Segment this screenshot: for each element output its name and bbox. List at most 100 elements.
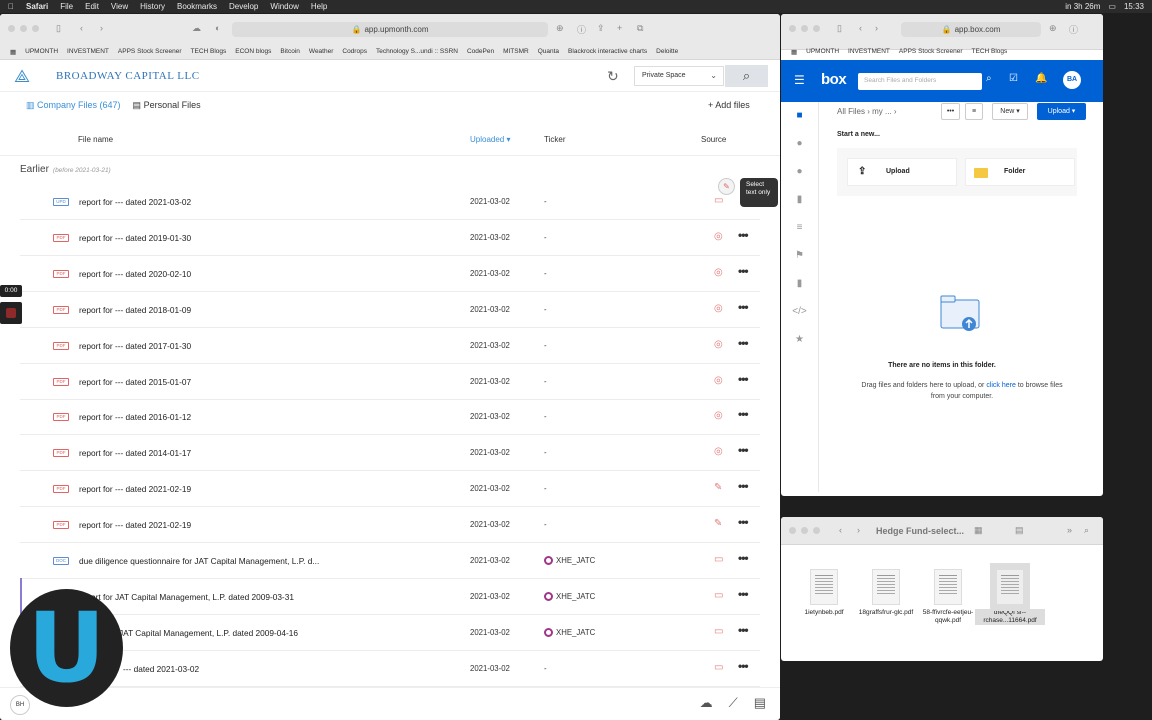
stop-recording-button[interactable] — [0, 302, 22, 324]
click-here-link[interactable]: click here — [986, 382, 1016, 389]
back-icon[interactable]: ‹ — [839, 525, 842, 535]
bookmark-item[interactable]: Quanta — [538, 48, 559, 56]
sidebar-icon[interactable]: ▯ — [56, 23, 61, 34]
bookmark-item[interactable]: INVESTMENT — [67, 48, 109, 56]
bookmark-item[interactable]: Weather — [309, 48, 333, 56]
row-more-options-icon[interactable]: ••• — [738, 443, 749, 457]
table-row[interactable]: PDF report for --- dated 2017-01-30 2021-0… — [20, 328, 760, 364]
sort-button[interactable]: ≡ — [965, 103, 983, 120]
calendar-icon[interactable]: ▭ — [714, 195, 723, 206]
address-bar[interactable]: 🔒 app.upmonth.com — [232, 22, 548, 37]
web-source-icon[interactable]: ◎ — [714, 339, 723, 350]
trash-icon[interactable]: ▮ — [781, 186, 818, 214]
table-row[interactable]: PDF report for --- dated 2021-02-19 2021-0… — [20, 507, 760, 544]
chart-icon[interactable]: ▮ — [781, 270, 818, 298]
bookmark-item[interactable]: APPS Stock Screener — [118, 48, 182, 56]
tab-company-files[interactable]: ▥ Company Files (647) — [26, 100, 121, 111]
bookmark-item[interactable]: UPMONTH — [806, 48, 839, 56]
monitor-icon[interactable]: ▭ — [714, 626, 723, 637]
avatar[interactable]: BA — [1063, 71, 1081, 89]
table-row[interactable]: PDF report for --- dated 2019-01-30 2021-0… — [20, 220, 760, 256]
table-row[interactable]: PDF report for --- dated 2018-01-09 2021-0… — [20, 292, 760, 328]
bookmark-item[interactable]: TECH Blogs — [191, 48, 227, 56]
cloud-icon[interactable]: ☁ — [192, 23, 201, 34]
table-row[interactable]: PDF report for --- dated 2016-01-12 2021-0… — [20, 399, 760, 436]
clock-icon[interactable]: ● — [781, 130, 818, 158]
row-more-options-icon[interactable]: ••• — [738, 587, 749, 601]
row-more-options-icon[interactable]: ••• — [738, 407, 749, 421]
bookmark-item[interactable]: UPMONTH — [25, 48, 58, 56]
bookmark-item[interactable]: ECON blogs — [235, 48, 271, 56]
finder-file[interactable]: 1ietynbeb.pdf — [789, 569, 859, 617]
table-row[interactable]: DOC due diligence questionnaire for JAT C… — [20, 543, 760, 579]
menu-file[interactable]: File — [60, 2, 73, 11]
table-row[interactable]: PDF report for --- dated 2015-01-07 2021-0… — [20, 364, 760, 400]
clock[interactable]: 15:33 — [1124, 2, 1144, 11]
row-more-options-icon[interactable]: ••• — [738, 659, 749, 673]
menu-history[interactable]: History — [140, 2, 165, 11]
bookmark-item[interactable]: APPS Stock Screener — [899, 48, 963, 56]
web-source-icon[interactable]: ◎ — [714, 410, 723, 421]
forward-icon[interactable]: › — [857, 525, 860, 535]
file-name[interactable]: --- dated 2021-03-02 — [123, 664, 199, 674]
finder-file[interactable]: 18graffsfrur-glc.pdf — [851, 569, 921, 617]
web-source-icon[interactable]: ◎ — [714, 375, 723, 386]
bookmark-item[interactable]: Bitcoin — [280, 48, 300, 56]
add-files-button[interactable]: + Add files — [708, 100, 750, 110]
hamburger-icon[interactable]: ☰ — [794, 73, 805, 87]
file-name[interactable]: JAT Capital Management, L.P. dated 2009-… — [119, 628, 298, 638]
bookmark-item[interactable]: MITSMR — [503, 48, 529, 56]
chart-icon[interactable]: ⟋ — [729, 695, 738, 711]
row-more-options-icon[interactable]: ••• — [738, 623, 749, 637]
info-icon[interactable]: ⓘ — [1069, 23, 1078, 36]
back-icon[interactable]: ‹ — [859, 23, 862, 33]
menu-app-name[interactable]: Safari — [26, 2, 48, 11]
finder-file[interactable]: dfeQQf sf--rchase...11664.pdf — [975, 563, 1045, 625]
bookmark-item[interactable]: Blackrock interactive charts — [568, 48, 647, 56]
back-icon[interactable]: ‹ — [80, 23, 83, 33]
bookmarks-grid-icon[interactable]: ▦ — [10, 48, 16, 56]
forward-icon[interactable]: › — [875, 23, 878, 33]
download-icon[interactable]: ⊕ — [556, 23, 564, 34]
web-source-icon[interactable]: ◎ — [714, 231, 723, 242]
row-more-options-icon[interactable]: ••• — [738, 515, 749, 529]
table-row[interactable]: PDF report for --- dated 2021-02-19 2021-0… — [20, 471, 760, 508]
info-icon[interactable]: ⓘ — [577, 23, 586, 36]
table-row[interactable]: PDF report for --- dated 2014-01-17 2021-0… — [20, 435, 760, 472]
more-icon[interactable]: » — [1067, 525, 1072, 535]
column-header-file-name[interactable]: File name — [78, 135, 113, 144]
bell-icon[interactable]: 🔔 — [1035, 73, 1047, 84]
shield-icon[interactable]: ◐ — [215, 23, 220, 33]
star-icon[interactable]: ★ — [781, 326, 818, 354]
upload-card[interactable]: ⇪ Upload — [847, 158, 957, 186]
avatar[interactable]: BH — [10, 695, 30, 715]
file-name[interactable]: report for --- dated 2016-01-12 — [79, 412, 191, 422]
web-source-icon[interactable]: ◎ — [714, 446, 723, 457]
table-row[interactable]: PDF--- dated 2021-03-022021-03-02-▭••• — [20, 651, 760, 687]
row-more-options-icon[interactable]: ••• — [738, 300, 749, 314]
column-header-uploaded[interactable]: Uploaded ▾ — [470, 135, 511, 144]
group-icon[interactable]: ▤ — [1015, 525, 1024, 536]
download-icon[interactable]: ● — [781, 158, 818, 186]
file-name[interactable]: report for --- dated 2020-02-10 — [79, 269, 191, 279]
address-bar[interactable]: 🔒 app.box.com — [901, 22, 1041, 37]
bookmark-item[interactable]: Deloitte — [656, 48, 678, 56]
code-icon[interactable]: </> — [781, 298, 818, 326]
column-header-ticker[interactable]: Ticker — [544, 135, 565, 144]
apple-icon[interactable]:  — [8, 2, 14, 11]
menu-view[interactable]: View — [111, 2, 128, 11]
battery-icon[interactable]: ▭ — [1108, 2, 1116, 11]
refresh-icon[interactable]: ↻ — [607, 68, 619, 85]
row-more-options-icon[interactable]: ••• — [738, 479, 749, 493]
new-button[interactable]: New ▾ — [992, 103, 1028, 120]
file-name[interactable]: report for --- dated 2021-02-19 — [79, 484, 191, 494]
share-icon[interactable]: ⇪ — [597, 23, 605, 34]
file-name[interactable]: report for --- dated 2019-01-30 — [79, 233, 191, 243]
bookmark-item[interactable]: Technology S...undi :: SSRN — [376, 48, 458, 56]
finder-file[interactable]: 58-ffivrcfe-eetjeu-qqwk.pdf — [913, 569, 983, 625]
bookmark-item[interactable]: TECH Blogs — [972, 48, 1008, 56]
traffic-lights[interactable] — [789, 25, 820, 32]
box-logo-icon[interactable]: box — [821, 71, 847, 88]
file-name[interactable]: due diligence questionnaire for JAT Capi… — [79, 556, 319, 566]
file-name[interactable]: report for --- dated 2021-03-02 — [79, 197, 191, 207]
